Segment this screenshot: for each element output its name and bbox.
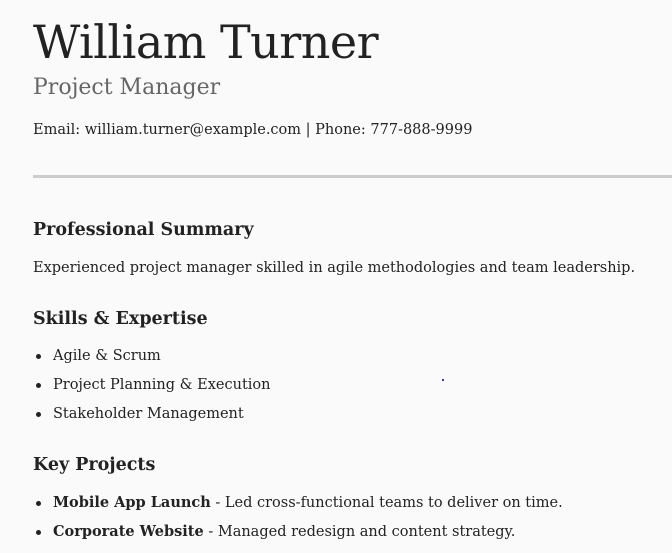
- contact-info: Email: william.turner@example.com | Phon…: [33, 122, 473, 138]
- project-description: - Led cross-functional teams to deliver …: [210, 495, 563, 511]
- summary-heading: Professional Summary: [33, 220, 254, 240]
- project-description: - Managed redesign and content strategy.: [203, 524, 516, 540]
- stray-dot: [442, 379, 444, 381]
- resume-role: Project Manager: [33, 75, 221, 100]
- header-divider: [33, 175, 672, 178]
- project-title: Mobile App Launch: [53, 494, 211, 511]
- projects-heading: Key Projects: [33, 455, 156, 475]
- project-title: Corporate Website: [53, 523, 204, 540]
- resume-name: William Turner: [33, 15, 379, 69]
- projects-list: Mobile App Launch - Led cross-functional…: [33, 493, 563, 551]
- skills-list: Agile & Scrum Project Planning & Executi…: [33, 346, 271, 433]
- project-item: Mobile App Launch - Led cross-functional…: [33, 493, 563, 522]
- skills-heading: Skills & Expertise: [33, 309, 208, 329]
- summary-text: Experienced project manager skilled in a…: [33, 260, 636, 276]
- skill-item: Project Planning & Execution: [33, 375, 271, 404]
- project-item: Corporate Website - Managed redesign and…: [33, 522, 563, 551]
- skill-item: Agile & Scrum: [33, 346, 271, 375]
- skill-item: Stakeholder Management: [33, 404, 271, 433]
